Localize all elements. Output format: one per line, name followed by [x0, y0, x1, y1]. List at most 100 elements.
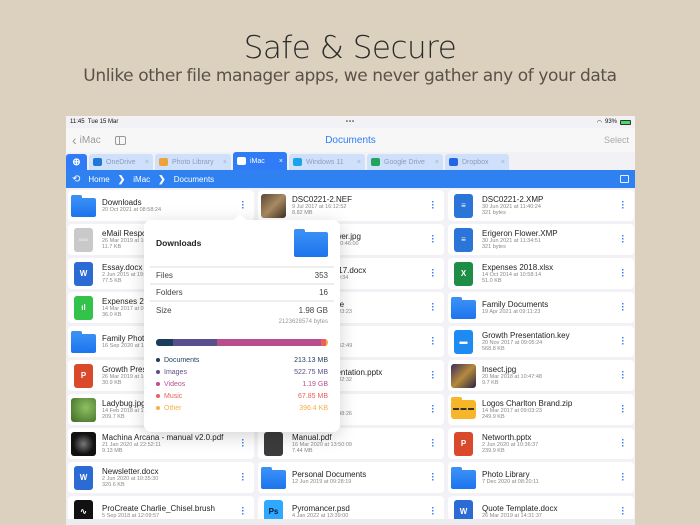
file-item[interactable]: W Newsletter.docx 2 Jun 2020 at 10:35:30 32… — [68, 462, 254, 493]
close-tab-icon[interactable]: × — [223, 159, 227, 166]
more-options-icon[interactable]: ··· — [426, 334, 440, 350]
more-options-icon[interactable]: ··· — [616, 198, 630, 214]
more-options-icon[interactable]: ··· — [616, 402, 630, 418]
onedrive-icon — [93, 158, 102, 166]
wifi-icon: ◠ — [596, 119, 602, 126]
file-item[interactable]: Family Documents 19 Apr 2021 at 09:11:23 ·… — [448, 292, 634, 323]
file-name: Expenses 2018.xlsx — [482, 262, 554, 272]
legend-value: 396.4 KB — [299, 404, 328, 412]
close-tab-icon[interactable]: × — [145, 159, 149, 166]
file-name: Erigeron Flower.XMP — [482, 228, 558, 238]
file-date: 7 Dec 2020 at 08:20:11 — [482, 478, 539, 485]
close-tab-icon[interactable]: × — [501, 159, 505, 166]
folder-file-icon — [71, 330, 96, 353]
breadcrumb-item[interactable]: Home — [88, 175, 109, 184]
close-tab-icon[interactable]: × — [279, 158, 283, 165]
history-icon[interactable]: ⟲ — [72, 174, 80, 185]
more-options-icon[interactable]: ··· — [616, 436, 630, 452]
more-options-icon[interactable]: ··· — [426, 232, 440, 248]
file-name: Pyromancer.psd — [292, 503, 350, 513]
more-options-icon[interactable]: ··· — [616, 368, 630, 384]
file-name: DSC0221-2.NEF — [292, 194, 353, 204]
status-date: Tue 15 Mar — [87, 119, 119, 125]
more-options-icon[interactable]: ··· — [616, 232, 630, 248]
more-options-icon[interactable]: ··· — [236, 504, 250, 520]
hero-subtitle: Unlike other file manager apps, we never… — [83, 66, 617, 86]
breadcrumb-item[interactable]: iMac — [133, 175, 150, 184]
more-options-icon[interactable]: ··· — [616, 470, 630, 486]
back-button[interactable]: ‹ iMac — [72, 132, 101, 148]
more-options-icon[interactable]: ··· — [426, 198, 440, 214]
tab-photo-library[interactable]: Photo Library × — [155, 154, 231, 170]
legend-dot — [156, 358, 160, 362]
file-size: 321 bytes — [482, 210, 506, 217]
select-button[interactable]: Select — [604, 135, 629, 145]
storage-bar — [156, 339, 328, 346]
file-item[interactable]: Insect.jpg 20 Mar 2018 at 10:47:48 9.7 KB ·… — [448, 360, 634, 391]
imac-icon — [237, 157, 246, 165]
legend-item-music: Music 67.85 MB — [156, 390, 328, 402]
more-options-icon[interactable]: ··· — [616, 504, 630, 520]
close-tab-icon[interactable]: × — [357, 159, 361, 166]
storage-legend: Documents 213.13 MB Images 522.75 MB Videos 1… — [150, 354, 334, 414]
num-file-icon: ıl — [74, 295, 93, 320]
more-options-icon[interactable]: ··· — [236, 470, 250, 486]
more-options-icon[interactable]: ··· — [236, 436, 250, 452]
status-bar: 11:45 Tue 15 Mar ••• ◠ 93% — [66, 116, 635, 128]
file-item[interactable]: Manual.pdf 16 Mar 2020 at 13:50:09 7.44 MB… — [258, 428, 444, 459]
tab-imac[interactable]: iMac × — [233, 152, 287, 170]
more-options-icon[interactable]: ··· — [426, 402, 440, 418]
file-name: Photo Library — [482, 469, 530, 479]
file-item[interactable]: ≡ DSC0221-2.XMP 30 Jun 2021 at 11:40:24 321… — [448, 190, 634, 221]
photo-owl-file-icon — [261, 193, 286, 218]
page-title: Documents — [325, 134, 376, 146]
breadcrumb-item[interactable]: Documents — [174, 175, 214, 184]
more-options-icon[interactable]: ··· — [616, 266, 630, 282]
ppt-file-icon: P — [74, 363, 93, 388]
more-options-icon[interactable]: ··· — [616, 334, 630, 350]
tab-label: Dropbox — [462, 158, 489, 166]
file-item[interactable]: ≡ Erigeron Flower.XMP 30 Jun 2021 at 11:34… — [448, 224, 634, 255]
legend-item-images: Images 522.75 MB — [156, 366, 328, 378]
close-tab-icon[interactable]: × — [435, 159, 439, 166]
file-item[interactable]: ▬ Growth Presentation.key 20 Nov 2017 at 0… — [448, 326, 634, 357]
file-item[interactable]: Logos Charlton Brand.zip 14 Mar 2017 at 0… — [448, 394, 634, 425]
file-item[interactable]: Downloads 20 Oct 2021 at 08:58:24 · · · — [68, 190, 254, 221]
legend-label: Images — [164, 368, 187, 376]
pdfdark-file-icon — [264, 431, 283, 456]
tab-onedrive[interactable]: OneDrive × — [89, 154, 153, 170]
popover-title: Downloads — [156, 238, 202, 248]
sidebar-toggle-icon[interactable] — [114, 135, 126, 145]
tab-label: iMac — [250, 157, 265, 165]
more-options-icon[interactable]: ··· — [616, 300, 630, 316]
more-options-icon[interactable]: ··· — [426, 436, 440, 452]
file-item[interactable]: Photo Library 7 Dec 2020 at 08:20:11 · · · — [448, 462, 634, 493]
screen-icon[interactable] — [620, 175, 629, 183]
file-item[interactable]: X Expenses 2018.xlsx 14 Oct 2014 at 10:58:… — [448, 258, 634, 289]
tab-google-drive[interactable]: Google Drive × — [367, 154, 443, 170]
multitasking-dots[interactable]: ••• — [346, 119, 355, 125]
more-options-icon[interactable]: ··· — [426, 300, 440, 316]
file-item[interactable]: Personal Documents 12 Jun 2019 at 09:28:1… — [258, 462, 444, 493]
legend-label: Music — [164, 392, 183, 400]
more-options-icon[interactable]: ··· — [426, 368, 440, 384]
more-options-icon[interactable]: ··· — [426, 266, 440, 282]
legend-value: 1.19 GB — [302, 380, 328, 388]
folder-file-icon — [451, 296, 476, 319]
txt-file-icon: ≡ — [454, 193, 473, 218]
doc-file-icon: W — [74, 261, 93, 286]
file-item[interactable]: Machina Arcana - manual v2.0.pdf 21 Jan 2… — [68, 428, 254, 459]
more-options-icon[interactable]: ··· — [236, 198, 250, 214]
more-options-icon[interactable]: ··· — [426, 470, 440, 486]
tab-dropbox[interactable]: Dropbox × — [445, 154, 509, 170]
more-options-icon[interactable]: ··· — [426, 504, 440, 520]
file-size: 8.82 MB — [292, 210, 313, 217]
file-item[interactable]: P Networth.pptx 2 Jun 2020 at 10:36:37 239.… — [448, 428, 634, 459]
dropbox-icon — [449, 158, 458, 166]
size-label: Size — [156, 306, 172, 315]
tab-windows-11[interactable]: Windows 11 × — [289, 154, 365, 170]
back-label: iMac — [79, 134, 101, 146]
add-tab-button[interactable]: ⊕ — [66, 154, 87, 170]
file-item[interactable]: DSC0221-2.NEF 9 Jul 2017 at 16:12:52 8.82 … — [258, 190, 444, 221]
storage-segment-images — [173, 339, 218, 346]
